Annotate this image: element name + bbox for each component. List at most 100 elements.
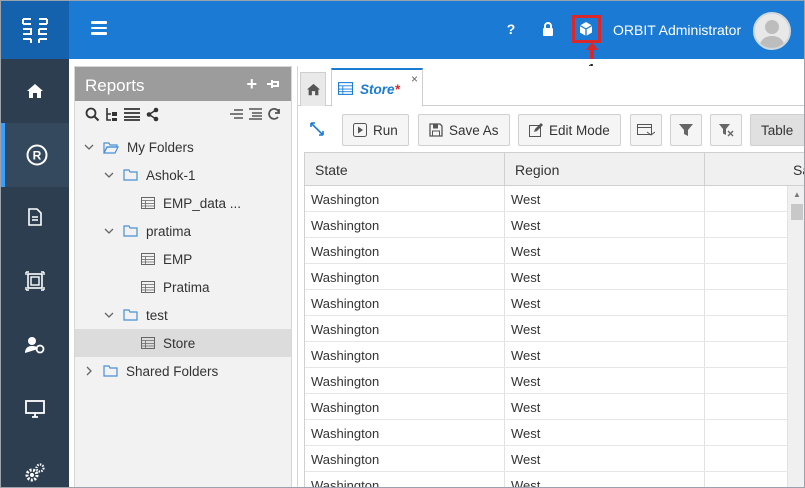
folder-icon [123,225,138,237]
table-button[interactable]: Table [750,114,804,146]
collapse-all-icon[interactable] [229,107,243,121]
left-nav: R [1,59,69,487]
export-button[interactable] [630,114,662,146]
grid-cell[interactable]: West [505,394,705,420]
chevron-down-icon[interactable] [103,226,115,236]
search-icon[interactable] [85,107,100,122]
grid-cell[interactable]: West [505,446,705,472]
grid-cell[interactable] [705,472,788,487]
help-icon[interactable]: ? [501,19,521,39]
data-grid: State Region Sa WashingtonWestWashington… [304,152,804,487]
table-report-icon [141,253,155,265]
run-button[interactable]: Run [342,114,409,146]
grid-cell[interactable]: Washington [305,290,505,316]
tree-folder-test[interactable]: test [75,301,291,329]
close-tab-icon[interactable]: × [411,72,418,86]
grid-cell[interactable] [705,238,788,264]
user-avatar[interactable] [753,12,791,50]
grid-cell[interactable] [705,342,788,368]
pin-icon[interactable] [265,76,281,92]
nav-home[interactable] [1,59,69,123]
grid-cell[interactable] [705,316,788,342]
grid-header: State Region Sa [305,153,804,186]
grid-cell[interactable] [705,446,788,472]
grid-cell[interactable]: West [505,472,705,487]
tree-report-pratima[interactable]: Pratima [75,273,291,301]
tree-report-store[interactable]: Store [75,329,291,357]
app-logo[interactable] [1,1,69,59]
grid-cell[interactable]: West [505,186,705,212]
column-header-sales[interactable]: Sa [705,153,804,186]
nav-users[interactable] [1,313,69,377]
filter-button[interactable] [670,114,702,146]
grid-cell[interactable] [705,212,788,238]
tab-store-label: Store [360,82,395,97]
grid-cell[interactable]: West [505,290,705,316]
column-header-region[interactable]: Region [505,153,705,186]
grid-cell[interactable]: Washington [305,186,505,212]
grid-cell[interactable] [705,420,788,446]
report-toolbar: Run Save As Edit Mode Table [298,112,804,148]
grid-cell[interactable]: Washington [305,368,505,394]
chevron-down-icon[interactable] [103,170,115,180]
clear-filter-button[interactable] [710,114,742,146]
grid-cell[interactable] [705,290,788,316]
grid-cell[interactable]: West [505,420,705,446]
reports-title: Reports [85,76,145,95]
tree-folder-ashok[interactable]: Ashok-1 [75,161,291,189]
grid-cell[interactable]: Washington [305,238,505,264]
save-as-button[interactable]: Save As [418,114,510,146]
expand-icon[interactable] [310,122,324,139]
list-icon[interactable] [123,107,141,122]
grid-cell[interactable]: Washington [305,212,505,238]
chevron-right-icon[interactable] [83,366,95,376]
scroll-up-icon[interactable]: ▲ [793,190,801,199]
admin-name[interactable]: ORBIT Administrator [613,22,741,38]
add-icon[interactable]: + [246,75,257,93]
tree-report-emp[interactable]: EMP [75,245,291,273]
lock-icon[interactable] [538,19,558,39]
edit-mode-button[interactable]: Edit Mode [518,114,621,146]
grid-cell[interactable]: West [505,342,705,368]
grid-cell[interactable]: Washington [305,472,505,487]
scroll-thumb[interactable] [791,204,803,220]
grid-cell[interactable]: West [505,264,705,290]
grid-cell[interactable]: Washington [305,420,505,446]
tree-folder-pratima[interactable]: pratima [75,217,291,245]
nav-documents[interactable] [1,185,69,249]
nav-dashboard[interactable] [1,249,69,313]
column-header-state[interactable]: State [305,153,505,186]
highlight-box [572,15,601,43]
grid-cell[interactable]: Washington [305,446,505,472]
grid-cell[interactable]: West [505,212,705,238]
menu-icon[interactable] [91,21,107,37]
nav-reports[interactable]: R [1,123,69,187]
chevron-down-icon[interactable] [83,142,95,152]
vertical-scrollbar[interactable]: ▲ [788,186,804,487]
grid-cell[interactable] [705,186,788,212]
grid-cell[interactable]: Washington [305,394,505,420]
save-icon [429,123,443,137]
grid-cell[interactable]: West [505,368,705,394]
grid-cell[interactable]: Washington [305,342,505,368]
refresh-icon[interactable] [267,107,281,121]
grid-cell[interactable]: Washington [305,316,505,342]
expand-all-icon[interactable] [248,107,262,121]
share-icon[interactable] [145,107,160,122]
nav-monitor[interactable] [1,377,69,441]
grid-cell[interactable] [705,264,788,290]
tree-structure-icon[interactable] [104,107,119,122]
grid-cell[interactable]: West [505,238,705,264]
tab-store[interactable]: Store* × [331,68,423,107]
chevron-down-icon[interactable] [103,310,115,320]
grid-cell[interactable]: West [505,316,705,342]
tree-report-emp-data[interactable]: EMP_data ... [75,189,291,217]
grid-cell[interactable]: Washington [305,264,505,290]
grid-cell[interactable] [705,368,788,394]
tree-folder-my-folders[interactable]: My Folders [75,133,291,161]
grid-cell[interactable] [705,394,788,420]
nav-settings[interactable] [1,441,69,487]
tree-label: EMP_data ... [163,195,242,211]
tree-folder-shared[interactable]: Shared Folders [75,357,291,385]
tab-home[interactable] [300,72,326,106]
